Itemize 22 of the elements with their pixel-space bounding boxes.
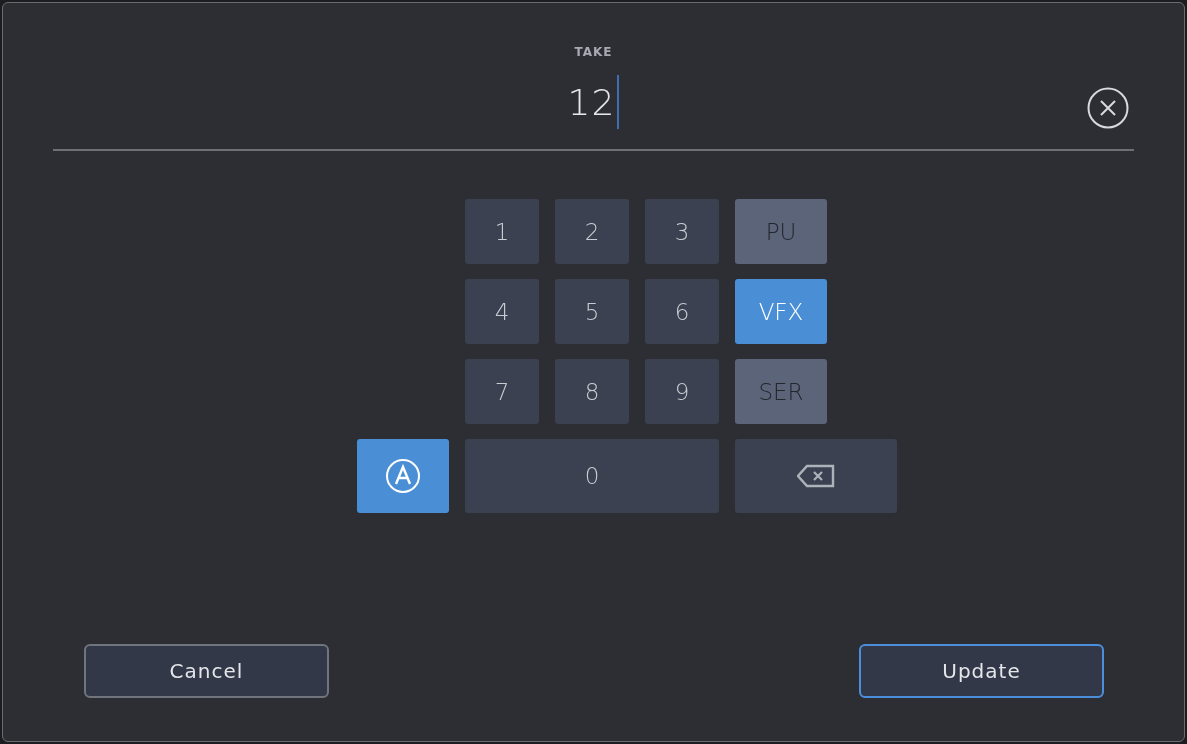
field-label: TAKE [574, 45, 613, 59]
backspace-icon [797, 464, 835, 488]
digit-key[interactable]: 7 [465, 359, 539, 424]
close-icon [1087, 87, 1129, 129]
text-cursor [617, 75, 620, 129]
update-button[interactable]: Update [859, 644, 1104, 698]
clear-button[interactable] [1087, 87, 1129, 129]
letter-mode-key[interactable] [357, 439, 449, 513]
digit-key[interactable]: 2 [555, 199, 629, 264]
digit-key[interactable]: 5 [555, 279, 629, 344]
digit-key[interactable]: 1 [465, 199, 539, 264]
backspace-key[interactable] [735, 439, 897, 513]
tag-key[interactable]: VFX [735, 279, 827, 344]
digit-key[interactable]: 8 [555, 359, 629, 424]
cancel-button[interactable]: Cancel [84, 644, 329, 698]
digit-key[interactable]: 4 [465, 279, 539, 344]
digit-key[interactable]: 6 [645, 279, 719, 344]
digit-key[interactable]: 0 [465, 439, 719, 513]
letter-a-icon [385, 458, 421, 494]
digit-key[interactable]: 9 [645, 359, 719, 424]
take-value[interactable]: 12 [567, 81, 616, 123]
digit-key[interactable]: 3 [645, 199, 719, 264]
